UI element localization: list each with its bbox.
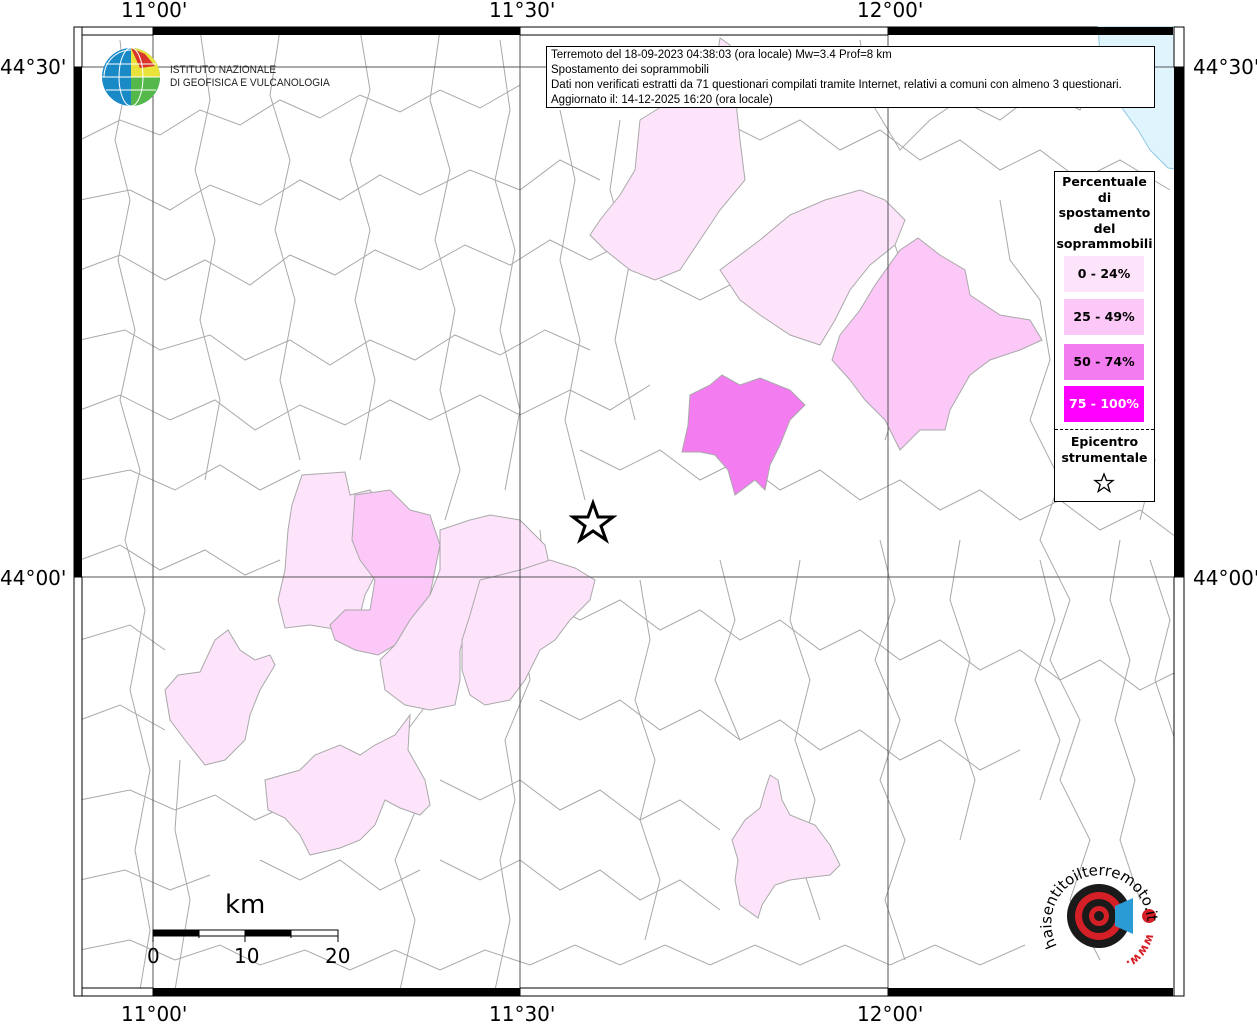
- star-icon: [1093, 472, 1115, 494]
- left-axis-label: 44°00': [0, 566, 67, 590]
- haisentito-logo-icon: haisentitoilterremoto.it www.: [1037, 861, 1161, 971]
- update-time: Aggiornato il: 14-12-2025 16:20 (ora loc…: [551, 94, 773, 106]
- event-title: Terremoto del 18-09-2023 04:38:03 (ora l…: [551, 49, 892, 61]
- top-axis-label: 11°00': [121, 0, 188, 22]
- logo-text-line1: ISTITUTO NAZIONALE: [170, 64, 277, 76]
- event-info-box: Terremoto del 18-09-2023 04:38:03 (ora l…: [546, 46, 1155, 108]
- scale-unit: km: [225, 890, 266, 920]
- haisentito-logo: haisentitoilterremoto.it www.: [1037, 858, 1167, 988]
- scale-tick-20: 20: [325, 944, 351, 968]
- legend-class-75-100: 75 - 100%: [1064, 386, 1144, 422]
- scale-bar: km 0 10 20: [147, 890, 351, 980]
- bottom-axis-label: 11°30': [489, 1002, 556, 1026]
- legend-class-0-24: 0 - 24%: [1064, 256, 1144, 292]
- scale-tick-0: 0: [147, 944, 160, 968]
- ingv-logo: ISTITUTO NAZIONALE DI GEOFISICA E VULCAN…: [100, 46, 330, 108]
- legend-separator: [1055, 429, 1154, 430]
- right-axis-label: 44°00': [1193, 566, 1257, 590]
- legend: Percentuale di spostamento del soprammob…: [1054, 171, 1155, 502]
- svg-text:www.: www.: [1124, 932, 1158, 971]
- legend-class-50-74: 50 - 74%: [1064, 344, 1144, 380]
- scale-tick-10: 10: [234, 944, 260, 968]
- watermark-url: www.: [1124, 932, 1158, 971]
- data-note: Dati non verificati estratti da 71 quest…: [551, 79, 1122, 91]
- left-axis-label: 44°30': [0, 55, 67, 79]
- top-axis-label: 11°30': [489, 0, 556, 22]
- ingv-globe-logo-icon: [102, 47, 160, 107]
- top-axis-label: 12°00': [857, 0, 924, 22]
- bottom-axis-label: 12°00': [857, 1002, 924, 1026]
- right-axis-label: 44°30': [1193, 55, 1257, 79]
- bottom-axis-label: 11°00': [121, 1002, 188, 1026]
- event-subtitle: Spostamento dei soprammobili: [551, 64, 709, 76]
- legend-class-25-49: 25 - 49%: [1064, 299, 1144, 335]
- legend-epicenter-label: Epicentro strumentale: [1061, 434, 1148, 465]
- logo-text-line2: DI GEOFISICA E VULCANOLOGIA: [170, 77, 330, 89]
- legend-title: Percentuale di spostamento del soprammob…: [1056, 174, 1153, 251]
